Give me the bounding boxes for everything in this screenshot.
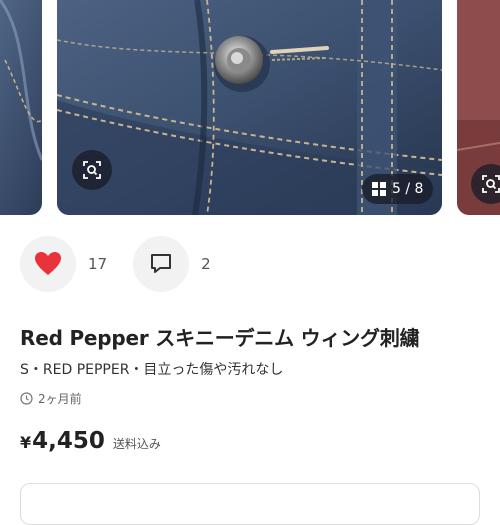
grid-icon xyxy=(372,182,386,196)
photo-counter: 5 / 8 xyxy=(362,174,434,204)
shipping-note: 送料込み xyxy=(112,437,161,451)
clock-icon xyxy=(20,392,33,405)
item-title: Red Pepper スキニーデニム ウィング刺繍 xyxy=(20,326,420,350)
item-subtitle: S・RED PEPPER・目立った傷や汚れなし xyxy=(20,362,284,378)
photo-counter-text: 5 / 8 xyxy=(392,181,424,197)
posted-time-text: 2ヶ月前 xyxy=(38,392,82,406)
currency-symbol: ¥ xyxy=(20,433,32,452)
action-bar: 17 2 xyxy=(20,236,237,292)
posted-time: 2ヶ月前 xyxy=(20,390,82,407)
comment-count: 2 xyxy=(201,255,211,273)
price-block: ¥ 4,450 送料込み xyxy=(20,428,161,454)
image-gallery[interactable]: / 8 xyxy=(0,0,500,215)
previous-photo[interactable]: / 8 xyxy=(0,0,42,215)
purchase-box[interactable] xyxy=(20,483,480,525)
next-photo[interactable] xyxy=(457,0,500,215)
zoom-button[interactable] xyxy=(72,150,112,190)
main-photo[interactable]: 5 / 8 xyxy=(57,0,442,215)
like-count: 17 xyxy=(88,255,108,273)
zoom-icon xyxy=(482,175,500,193)
price-amount: 4,450 xyxy=(32,428,105,454)
comment-icon xyxy=(151,254,172,273)
zoom-icon xyxy=(83,161,101,179)
heart-icon xyxy=(35,252,61,275)
like-button[interactable] xyxy=(20,236,76,292)
comment-button[interactable] xyxy=(133,236,190,292)
